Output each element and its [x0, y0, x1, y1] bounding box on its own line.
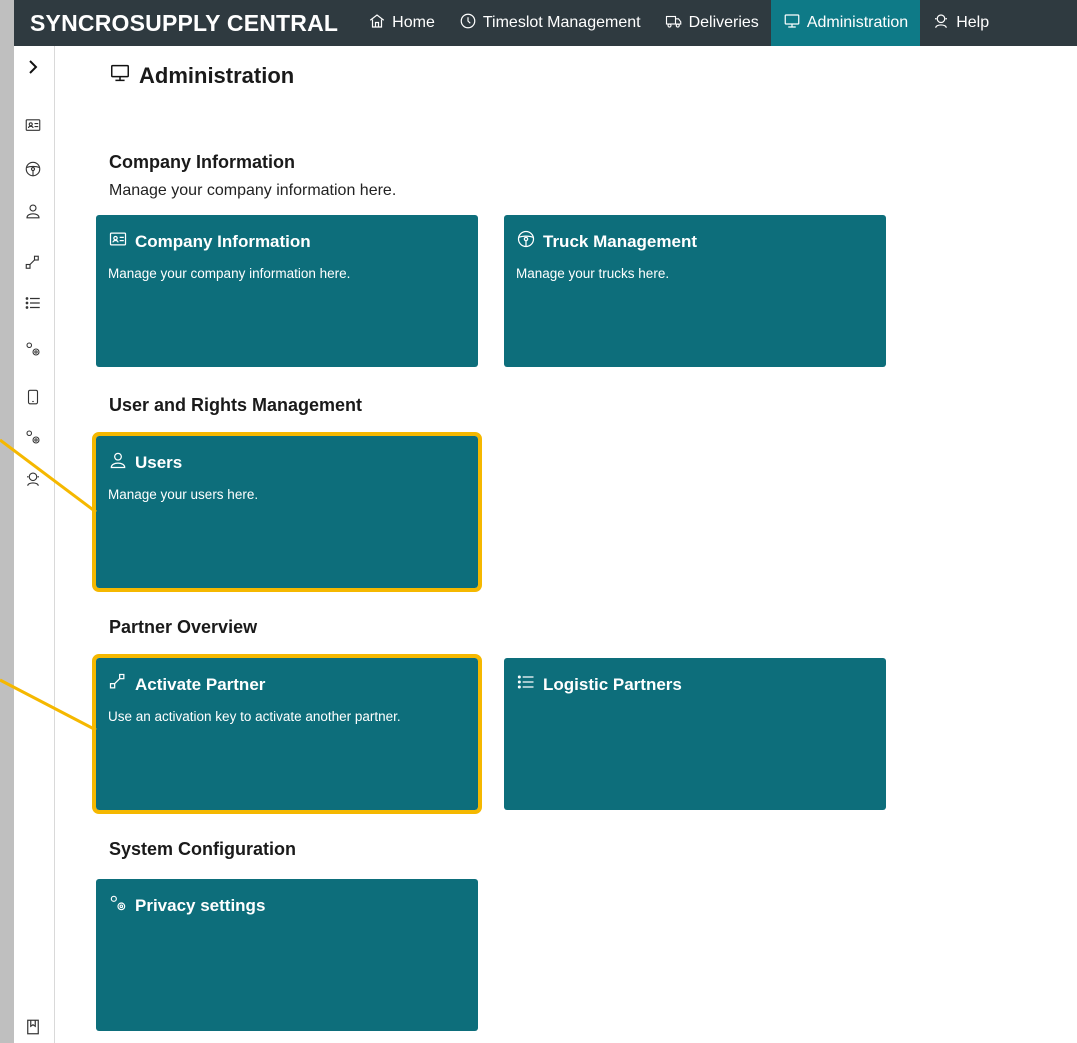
callout-line-users: [0, 438, 97, 514]
callout-lines: [0, 438, 97, 732]
callout-line-activate-partner: [0, 678, 97, 732]
